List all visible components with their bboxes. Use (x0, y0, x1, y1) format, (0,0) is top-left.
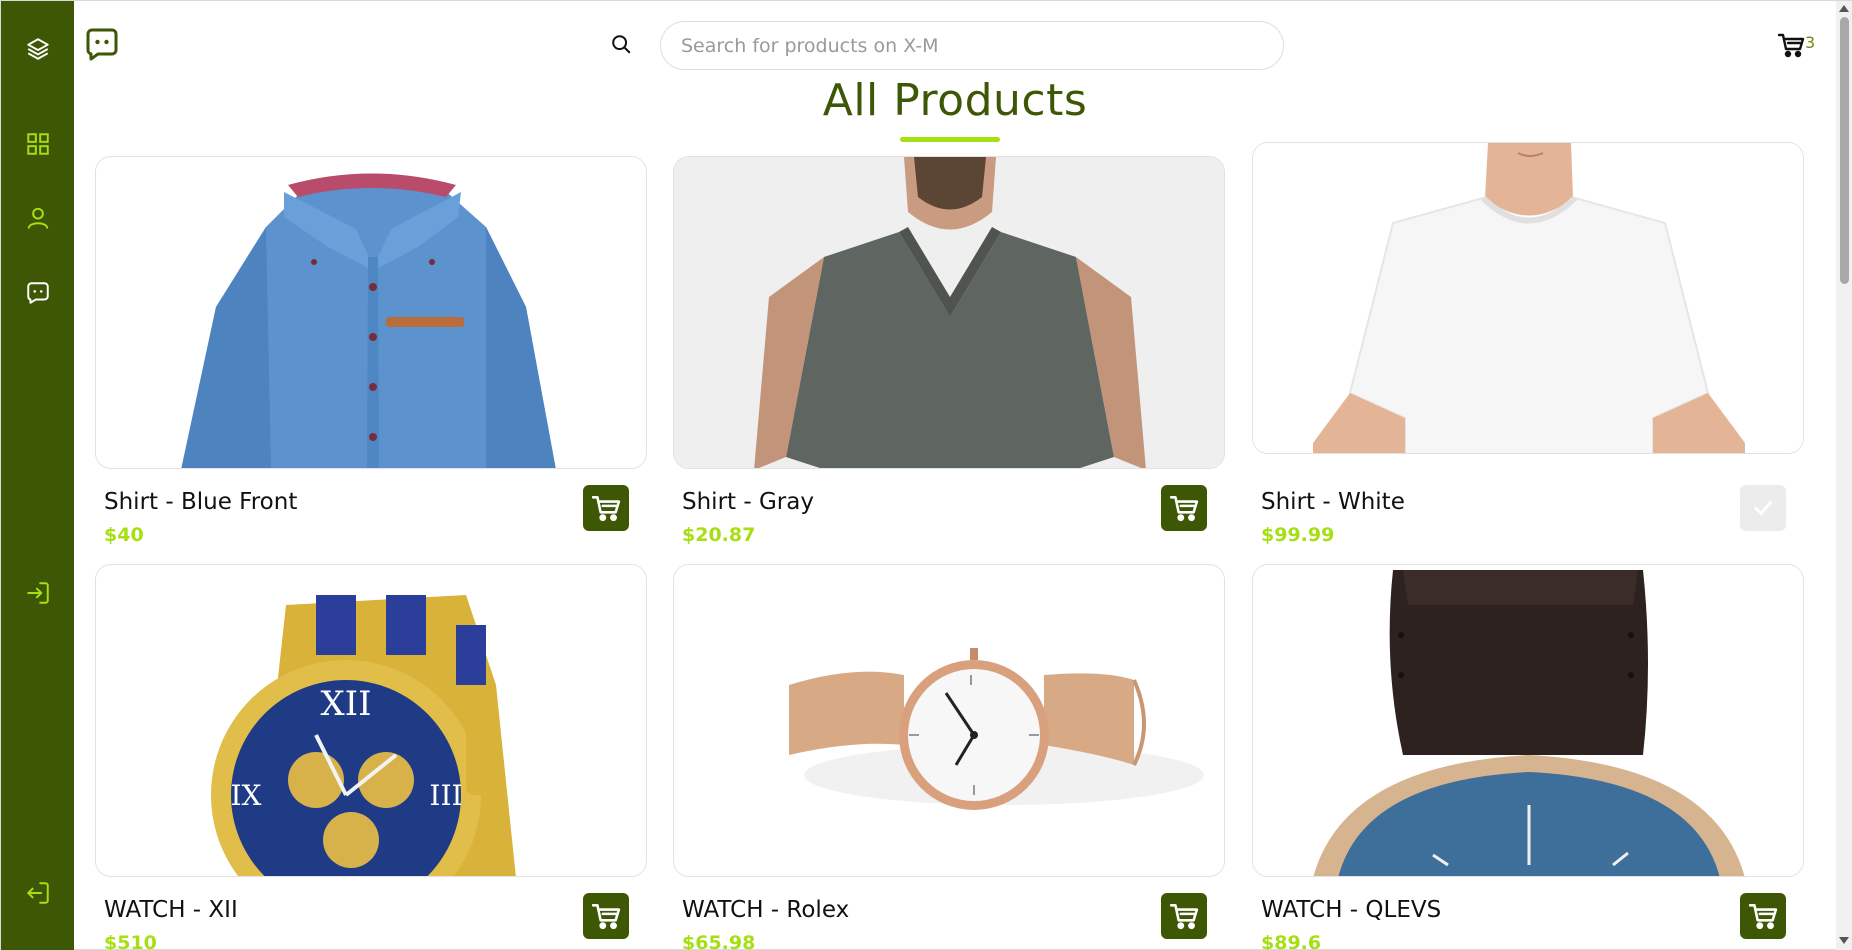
leather-watch-image (1253, 565, 1803, 876)
chat-bubble-logo-icon[interactable] (85, 27, 119, 61)
product-card-watch-qlevs[interactable]: WATCH - QLEVS $89.6 (1252, 564, 1804, 950)
product-name: WATCH - Rolex (682, 897, 850, 923)
search-icon[interactable] (610, 33, 632, 55)
product-price: $89.6 (1261, 932, 1322, 950)
cart-button[interactable]: 3 (1777, 31, 1815, 59)
sidebar (1, 1, 74, 950)
scroll-down-arrow-icon[interactable] (1839, 937, 1849, 944)
login-icon (26, 582, 49, 604)
product-price: $510 (104, 932, 157, 950)
cart-icon (1748, 904, 1778, 930)
added-to-cart-button[interactable] (1740, 485, 1786, 531)
sidebar-item-logout[interactable] (1, 871, 74, 915)
grid-icon (26, 133, 49, 155)
product-name: Shirt - Gray (682, 489, 814, 515)
search-input[interactable] (660, 21, 1284, 70)
product-card-watch-xii[interactable]: XII IX III WATCH - XII $510 (95, 564, 647, 950)
cart-icon (1777, 33, 1805, 58)
add-to-cart-button[interactable] (583, 893, 629, 939)
product-image[interactable] (95, 156, 647, 469)
title-underline (900, 137, 1000, 142)
product-name: Shirt - Blue Front (104, 489, 298, 515)
product-name: WATCH - XII (104, 897, 238, 923)
cart-icon (591, 904, 621, 930)
product-card-shirt-gray[interactable]: Shirt - Gray $20.87 (673, 156, 1225, 556)
rose-watch-image (674, 565, 1224, 876)
cart-icon (591, 496, 621, 522)
sidebar-item-layers[interactable] (1, 27, 74, 71)
product-name: WATCH - QLEVS (1261, 897, 1442, 923)
cart-icon (1169, 496, 1199, 522)
cart-icon (1169, 904, 1199, 930)
cart-count-badge: 3 (1805, 33, 1816, 52)
vertical-scrollbar[interactable] (1836, 1, 1852, 950)
svg-text:III: III (429, 779, 462, 812)
gray-shirt-image (674, 157, 1224, 468)
logout-icon (26, 882, 49, 904)
product-image[interactable] (673, 564, 1225, 877)
white-shirt-image (1253, 143, 1803, 453)
chat-icon (26, 282, 49, 304)
product-price: $65.98 (682, 932, 756, 950)
gold-watch-image: XII IX III (96, 565, 646, 876)
product-image[interactable] (1252, 142, 1804, 454)
product-price: $40 (104, 524, 144, 546)
layers-icon (26, 38, 49, 60)
app-window: 3 All Products (0, 0, 1852, 950)
sidebar-item-dashboard[interactable] (1, 122, 74, 166)
product-card-watch-rolex[interactable]: WATCH - Rolex $65.98 (673, 564, 1225, 950)
product-price: $20.87 (682, 524, 756, 546)
product-name: Shirt - White (1261, 489, 1405, 515)
add-to-cart-button[interactable] (583, 485, 629, 531)
svg-text:IX: IX (231, 779, 262, 812)
product-image[interactable]: XII IX III (95, 564, 647, 877)
add-to-cart-button[interactable] (1161, 485, 1207, 531)
product-card-shirt-blue[interactable]: Shirt - Blue Front $40 (95, 156, 647, 556)
sidebar-item-chat[interactable] (1, 271, 74, 315)
product-card-shirt-white[interactable]: Shirt - White $99.99 (1252, 142, 1804, 556)
product-image[interactable] (673, 156, 1225, 469)
product-image[interactable] (1252, 564, 1804, 877)
add-to-cart-button[interactable] (1740, 893, 1786, 939)
add-to-cart-button[interactable] (1161, 893, 1207, 939)
scroll-thumb[interactable] (1840, 17, 1849, 284)
scroll-up-arrow-icon[interactable] (1839, 5, 1849, 12)
user-icon (27, 207, 48, 229)
sidebar-item-profile[interactable] (1, 196, 74, 240)
page-title: All Products (822, 75, 1088, 126)
blue-shirt-image (96, 157, 646, 468)
check-icon (1754, 501, 1772, 515)
svg-text:XII: XII (320, 684, 371, 724)
sidebar-item-login[interactable] (1, 571, 74, 615)
product-price: $99.99 (1261, 524, 1335, 546)
